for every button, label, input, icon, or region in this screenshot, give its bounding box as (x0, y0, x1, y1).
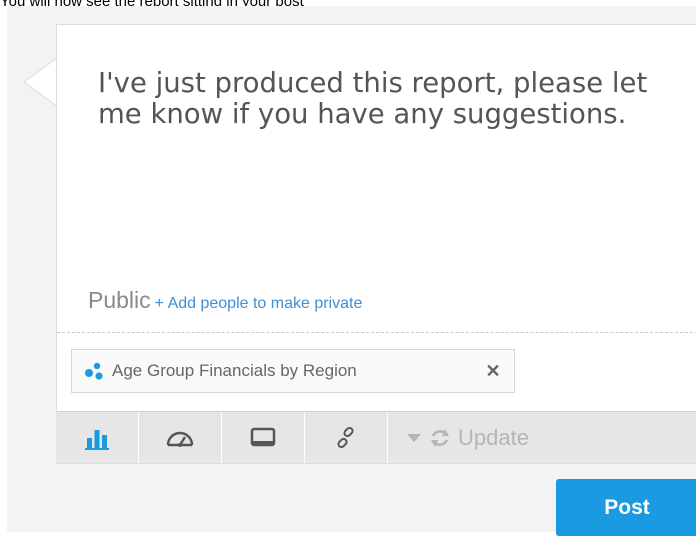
dashboard-gauge-icon (166, 431, 194, 447)
display-button[interactable] (222, 412, 304, 463)
monitor-icon (250, 427, 276, 446)
post-editor: I've just produced this report, please l… (56, 24, 696, 464)
attachment-label: Age Group Financials by Region (112, 361, 357, 380)
link-button[interactable] (305, 412, 387, 463)
visibility-row: Public + Add people to make private (88, 287, 362, 314)
refresh-icon (431, 428, 449, 447)
update-button[interactable]: Update (406, 412, 529, 463)
bubble-chart-icon (85, 362, 103, 380)
link-icon (337, 426, 354, 448)
report-attachment[interactable]: Age Group Financials by Region ✕ (71, 349, 515, 393)
speech-pointer (24, 58, 58, 106)
visibility-label: Public (88, 287, 151, 313)
add-people-link[interactable]: + Add people to make private (155, 295, 363, 312)
toolbar-separator (387, 412, 388, 463)
attachment-toolbar: Update (56, 411, 696, 463)
message-text[interactable]: I've just produced this report, please l… (98, 68, 658, 130)
bar-chart-icon (85, 429, 109, 450)
chevron-down-icon (407, 433, 421, 442)
update-label: Update (458, 424, 529, 450)
post-composer-panel: I've just produced this report, please l… (7, 6, 696, 536)
post-button[interactable]: Post (556, 479, 696, 536)
bar-chart-button[interactable] (56, 412, 138, 463)
close-icon[interactable]: ✕ (484, 362, 502, 380)
divider (57, 332, 696, 333)
dashboard-button[interactable] (139, 412, 221, 463)
